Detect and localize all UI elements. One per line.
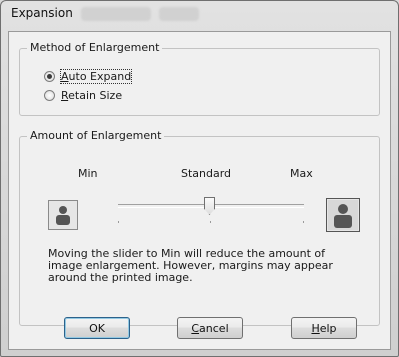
expansion-dialog: Expansion Method of Enlargement Auto Exp…	[0, 0, 399, 357]
min-preview	[48, 200, 78, 230]
radio-retain-size-label[interactable]: Retain Size	[61, 89, 122, 102]
standard-label: Standard	[181, 167, 232, 180]
max-preview	[326, 198, 360, 232]
slider-tick	[118, 221, 119, 223]
slider-handle[interactable]	[204, 197, 215, 215]
title-bar[interactable]: Expansion	[1, 1, 398, 31]
window-title: Expansion	[11, 6, 73, 20]
dialog-body: Method of Enlargement Auto Expand Retain…	[8, 31, 391, 350]
radio-retain-size[interactable]: Retain Size	[44, 87, 122, 103]
radio-button-icon[interactable]	[44, 70, 55, 82]
person-icon	[328, 200, 358, 230]
slider-tick	[303, 221, 304, 223]
radio-button-icon[interactable]	[44, 89, 55, 101]
cancel-button[interactable]: Cancel	[177, 317, 243, 339]
method-group: Method of Enlargement Auto Expand Retain…	[19, 41, 380, 116]
amount-legend: Amount of Enlargement	[27, 129, 165, 143]
ok-button[interactable]: OK	[64, 317, 130, 339]
radio-auto-expand[interactable]: Auto Expand	[44, 68, 133, 84]
radio-auto-expand-label[interactable]: Auto Expand	[59, 68, 133, 84]
enlargement-slider[interactable]	[118, 197, 312, 231]
min-label: Min	[78, 167, 98, 180]
method-legend: Method of Enlargement	[27, 41, 163, 55]
slider-tick	[210, 221, 211, 223]
amount-group: Amount of Enlargement Min Standard Max M…	[19, 129, 380, 326]
person-icon	[56, 206, 70, 225]
enlargement-description: Moving the slider to Min will reduce the…	[48, 247, 333, 284]
max-label: Max	[290, 167, 313, 180]
background-tab-ghost	[81, 7, 151, 21]
background-tab-ghost	[159, 7, 199, 21]
help-button[interactable]: Help	[291, 317, 357, 339]
